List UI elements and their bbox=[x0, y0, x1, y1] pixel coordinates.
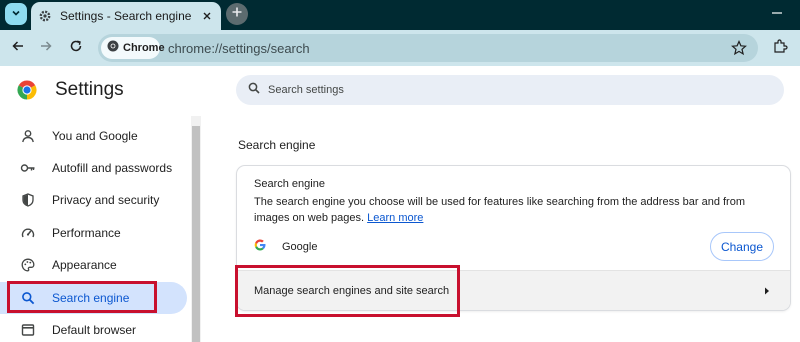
minimize-window-button[interactable] bbox=[770, 8, 784, 22]
learn-more-link[interactable]: Learn more bbox=[367, 212, 423, 224]
arrow-right-icon bbox=[39, 39, 53, 58]
url-text: chrome://settings/search bbox=[168, 41, 310, 56]
chrome-icon bbox=[107, 39, 119, 57]
bookmark-star-icon[interactable] bbox=[730, 39, 748, 57]
sidebar-item-performance[interactable]: Performance bbox=[0, 217, 187, 249]
sidebar-item-label: Privacy and security bbox=[52, 193, 160, 207]
chevron-down-icon bbox=[11, 5, 21, 23]
key-icon bbox=[20, 160, 36, 176]
reload-button[interactable] bbox=[66, 38, 86, 58]
sidebar-item-default-browser[interactable]: Default browser bbox=[0, 314, 187, 342]
card-description-text: The search engine you choose will be use… bbox=[254, 196, 745, 224]
sidebar-item-label: Default browser bbox=[52, 323, 137, 337]
site-info-chip[interactable]: Chrome bbox=[101, 37, 165, 59]
sidebar-item-label: Autofill and passwords bbox=[52, 161, 173, 175]
tab-search-button[interactable] bbox=[5, 3, 27, 25]
shield-icon bbox=[20, 192, 36, 208]
puzzle-icon bbox=[772, 38, 788, 59]
back-button[interactable] bbox=[8, 38, 28, 58]
extensions-button[interactable] bbox=[770, 38, 790, 58]
sidebar-item-you-and-google[interactable]: You and Google bbox=[0, 120, 187, 152]
reload-icon bbox=[69, 39, 83, 58]
sidebar-item-label: Performance bbox=[52, 226, 121, 240]
tab-strip: Settings - Search engine bbox=[0, 0, 800, 30]
active-tab[interactable]: Settings - Search engine bbox=[31, 2, 221, 30]
settings-header: Settings Search settings bbox=[0, 66, 800, 116]
chrome-logo-icon bbox=[17, 80, 37, 100]
section-heading: Search engine bbox=[238, 138, 316, 152]
arrow-left-icon bbox=[11, 39, 25, 58]
current-engine-name: Google bbox=[282, 241, 318, 253]
page-title: Settings bbox=[55, 79, 124, 100]
browser-toolbar: Chrome chrome://settings/search bbox=[0, 30, 800, 66]
palette-icon bbox=[20, 257, 36, 273]
change-search-engine-button[interactable]: Change bbox=[710, 232, 774, 261]
tab-title: Settings - Search engine bbox=[60, 9, 192, 23]
sidebar-item-label: Appearance bbox=[52, 258, 117, 272]
gear-icon bbox=[38, 9, 52, 23]
highlight-annotation-sidebar bbox=[7, 281, 157, 313]
browser-window-icon bbox=[20, 322, 36, 338]
forward-button[interactable] bbox=[36, 38, 56, 58]
sidebar-item-privacy[interactable]: Privacy and security bbox=[0, 184, 187, 216]
search-icon bbox=[248, 81, 260, 99]
address-bar[interactable]: Chrome chrome://settings/search bbox=[98, 34, 758, 62]
minimize-icon bbox=[771, 6, 783, 24]
card-title: Search engine bbox=[254, 178, 325, 190]
speedometer-icon bbox=[20, 225, 36, 241]
current-engine-row: Google bbox=[254, 239, 317, 255]
settings-sidebar: You and Google Autofill and passwords Pr… bbox=[0, 116, 201, 342]
highlight-annotation-manage bbox=[235, 265, 460, 317]
search-placeholder: Search settings bbox=[268, 84, 344, 96]
site-chip-label: Chrome bbox=[123, 42, 165, 54]
sidebar-item-label: You and Google bbox=[52, 129, 138, 143]
plus-icon bbox=[231, 5, 243, 23]
person-icon bbox=[20, 128, 36, 144]
caret-right-icon bbox=[762, 285, 772, 297]
sidebar-item-autofill[interactable]: Autofill and passwords bbox=[0, 152, 187, 184]
card-description: The search engine you choose will be use… bbox=[254, 194, 779, 226]
sidebar-scrollbar-thumb[interactable] bbox=[192, 126, 200, 342]
search-settings-input[interactable]: Search settings bbox=[236, 75, 784, 105]
new-tab-button[interactable] bbox=[226, 3, 248, 25]
sidebar-item-appearance[interactable]: Appearance bbox=[0, 249, 187, 281]
google-g-icon bbox=[254, 238, 266, 256]
close-icon[interactable] bbox=[200, 9, 214, 23]
